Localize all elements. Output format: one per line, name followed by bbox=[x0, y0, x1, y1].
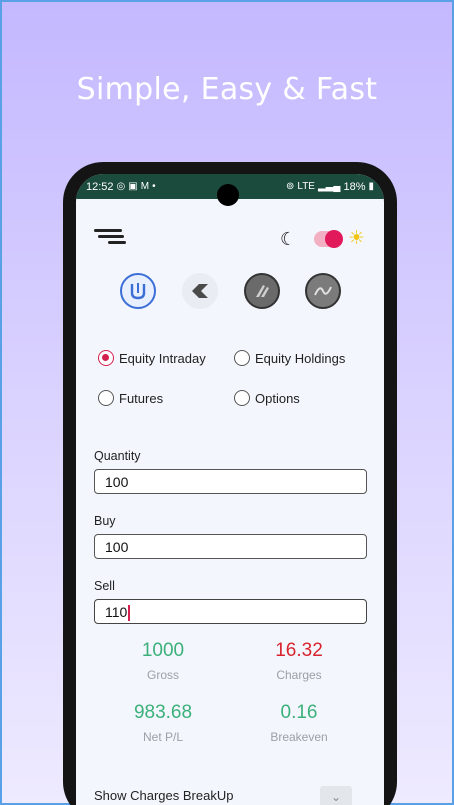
gross-result: 1000 Gross bbox=[103, 640, 223, 682]
hotspot-icon: ⊚ bbox=[285, 181, 295, 192]
net-pl-result: 983.68 Net P/L bbox=[103, 702, 223, 744]
top-bar: ☾ ☀ bbox=[76, 199, 384, 259]
segment-futures[interactable]: Futures bbox=[98, 390, 163, 406]
upstox-icon[interactable] bbox=[120, 273, 156, 309]
quantity-input[interactable]: 100 bbox=[94, 469, 367, 494]
radio-futures[interactable] bbox=[98, 390, 114, 406]
breakeven-value: 0.16 bbox=[280, 702, 318, 723]
network-icon: LTE bbox=[297, 181, 315, 192]
gallery-icon: ▣ bbox=[128, 181, 138, 192]
radio-equity-intraday[interactable] bbox=[98, 350, 114, 366]
sell-value: 110 bbox=[105, 604, 128, 620]
battery-percent: 18% bbox=[343, 180, 366, 193]
menu-icon[interactable] bbox=[94, 227, 128, 247]
sell-label: Sell bbox=[94, 579, 115, 593]
results-panel: 1000 Gross 16.32 Charges 983.68 Net P/L … bbox=[76, 640, 384, 765]
headline: Simple, Easy & Fast bbox=[76, 72, 378, 107]
charges-breakup-label[interactable]: Show Charges BreakUp bbox=[94, 788, 233, 803]
buy-input[interactable]: 100 bbox=[94, 534, 367, 559]
gross-label: Gross bbox=[146, 668, 179, 682]
quantity-label: Quantity bbox=[94, 449, 141, 463]
sell-input[interactable]: 110 bbox=[94, 599, 367, 624]
theme-toggle[interactable] bbox=[314, 230, 343, 248]
buy-value: 100 bbox=[105, 539, 129, 555]
breakeven-label: Breakeven bbox=[270, 730, 328, 744]
segment-label: Options bbox=[255, 390, 300, 406]
quantity-value: 100 bbox=[105, 474, 129, 490]
app-screen: 12:52 ◎ ▣ M • ⊚ LTE ▂▃▄ 18% ▮ ☾ ☀ Equity… bbox=[76, 174, 384, 805]
broker-selector bbox=[76, 259, 384, 339]
segment-equity-intraday[interactable]: Equity Intraday bbox=[98, 350, 206, 366]
radio-equity-holdings[interactable] bbox=[234, 350, 250, 366]
angel-icon[interactable] bbox=[244, 273, 280, 309]
segment-equity-holdings[interactable]: Equity Holdings bbox=[234, 350, 345, 366]
kite-icon[interactable] bbox=[182, 273, 218, 309]
chevron-down-icon[interactable]: ⌄ bbox=[320, 786, 352, 805]
gross-value: 1000 bbox=[141, 640, 185, 661]
status-time: 12:52 bbox=[86, 180, 114, 193]
buy-group: Buy 100 bbox=[76, 514, 384, 559]
sun-icon: ☀ bbox=[348, 228, 366, 249]
charges-value: 16.32 bbox=[275, 640, 323, 661]
groww-icon[interactable] bbox=[305, 273, 341, 309]
gmail-icon: M bbox=[140, 181, 150, 192]
net-pl-value: 983.68 bbox=[133, 702, 193, 723]
segment-label: Equity Holdings bbox=[255, 350, 346, 366]
breakeven-result: 0.16 Breakeven bbox=[239, 702, 359, 744]
quantity-group: Quantity 100 bbox=[76, 449, 384, 494]
signal-icon: ▂▃▄ bbox=[317, 181, 341, 192]
radio-options[interactable] bbox=[234, 390, 250, 406]
charges-result: 16.32 Charges bbox=[239, 640, 359, 682]
sell-group: Sell 110 bbox=[76, 579, 384, 624]
whatsapp-icon: ◎ bbox=[116, 181, 126, 192]
segment-label: Futures bbox=[119, 390, 164, 406]
buy-label: Buy bbox=[94, 514, 116, 528]
text-cursor bbox=[128, 605, 130, 622]
charges-label: Charges bbox=[276, 668, 322, 682]
segment-options[interactable]: Options bbox=[234, 390, 300, 406]
net-pl-label: Net P/L bbox=[142, 730, 184, 744]
dot-icon: • bbox=[152, 181, 156, 192]
battery-icon: ▮ bbox=[368, 181, 374, 192]
moon-icon: ☾ bbox=[280, 229, 297, 249]
segment-label: Equity Intraday bbox=[119, 350, 206, 366]
segment-options: Equity Intraday Equity Holdings Futures … bbox=[76, 339, 384, 439]
